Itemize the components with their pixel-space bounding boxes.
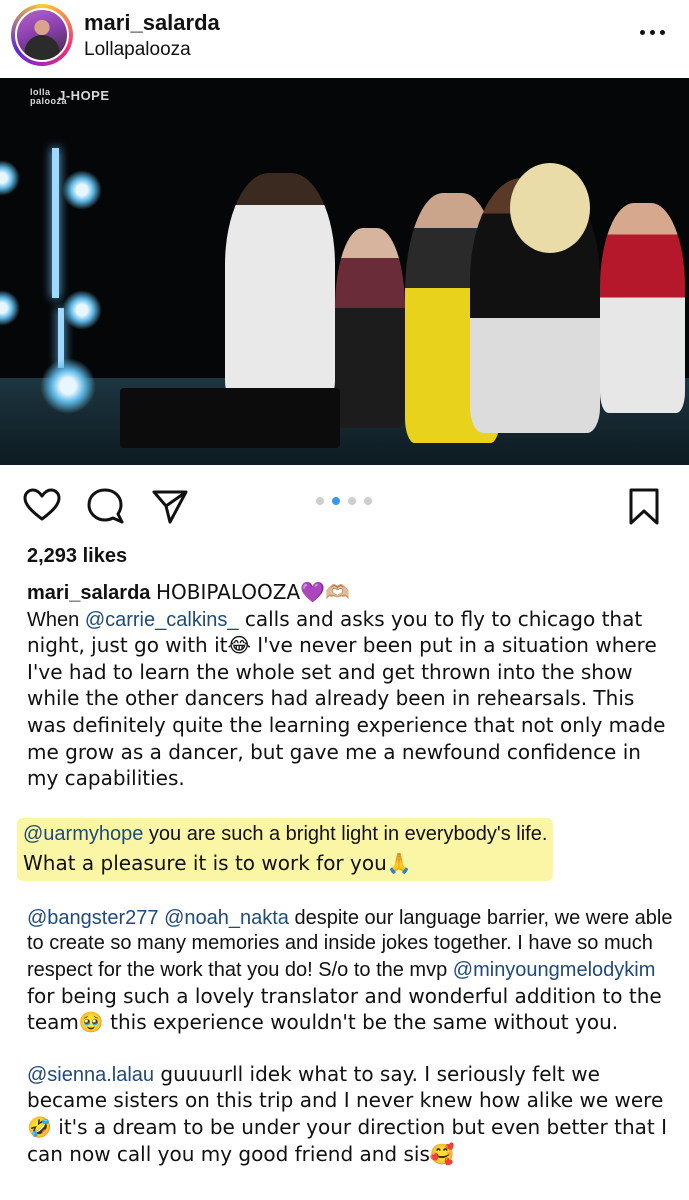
caption-paragraph: @bangster277 @noah_nakta despite our lan… [27,906,677,1037]
stage-light [40,358,96,414]
stage-light [62,290,102,330]
avatar-image [15,8,69,62]
media-watermark: lolla palooza J-HOPE [30,88,110,107]
caption-paragraph-highlighted: @uarmyhope you are such a bright light i… [17,817,677,881]
caption-text: calls and asks you to fly to chicago tha… [27,606,666,791]
stage-light-bar [52,148,59,298]
caption-text: When [27,608,85,631]
caption-username[interactable]: mari_salarda [27,582,150,604]
dancer [510,163,590,253]
carousel-dot [348,497,356,505]
post-location[interactable]: Lollapalooza [84,39,191,61]
comment-icon[interactable] [86,486,126,526]
mention-link[interactable]: @bangster277 [27,907,159,929]
stage-light [62,170,102,210]
carousel-dot-active [332,497,340,505]
caption-text: What a pleasure it is to work for you🙏 [23,850,412,875]
carousel-dot [316,497,324,505]
avatar[interactable] [11,4,73,66]
caption-text: for being such a lovely translator and w… [27,983,662,1035]
text-highlight: @uarmyhope you are such a bright light i… [17,817,554,881]
carousel-dot [364,497,372,505]
mention-link[interactable]: @sienna.lalau [27,1064,154,1086]
post-caption: mari_salarda HOBIPALOOZA💜🫶🏼 When @carrie… [17,580,677,1168]
watermark-artist: J-HOPE [58,88,110,103]
mention-link[interactable]: @uarmyhope [23,823,143,845]
performer [225,173,335,403]
dancer [335,228,405,428]
caption-text: you are such a bright light in everybody… [143,822,548,845]
caption-headline: HOBIPALOOZA💜🫶🏼 [155,580,350,604]
heart-icon[interactable] [22,486,62,526]
watermark-logo: lolla palooza [30,87,68,106]
bookmark-icon[interactable] [624,486,664,526]
action-bar [0,478,689,534]
carousel-indicator [316,497,376,507]
stage-light [0,290,20,326]
caption-paragraph: mari_salarda HOBIPALOOZA💜🫶🏼 When @carrie… [27,580,677,793]
post-username[interactable]: mari_salarda [84,10,220,36]
caption-paragraph: @sienna.lalau guuuurll idek what to say.… [27,1062,677,1168]
post-header: mari_salarda Lollapalooza [0,0,689,78]
dancer [600,203,685,413]
likes-count[interactable]: 2,293 likes [27,545,127,568]
post-media[interactable]: lolla palooza J-HOPE [0,78,689,465]
paper-plane-icon[interactable] [150,486,190,526]
stage-monitor [120,388,340,448]
mention-link[interactable]: @minyoungmelodykim [453,959,656,981]
more-options-icon[interactable] [638,22,668,42]
stage-light [0,160,20,196]
mention-link[interactable]: @noah_nakta [164,907,289,929]
mention-link[interactable]: @carrie_calkins_ [85,609,239,631]
